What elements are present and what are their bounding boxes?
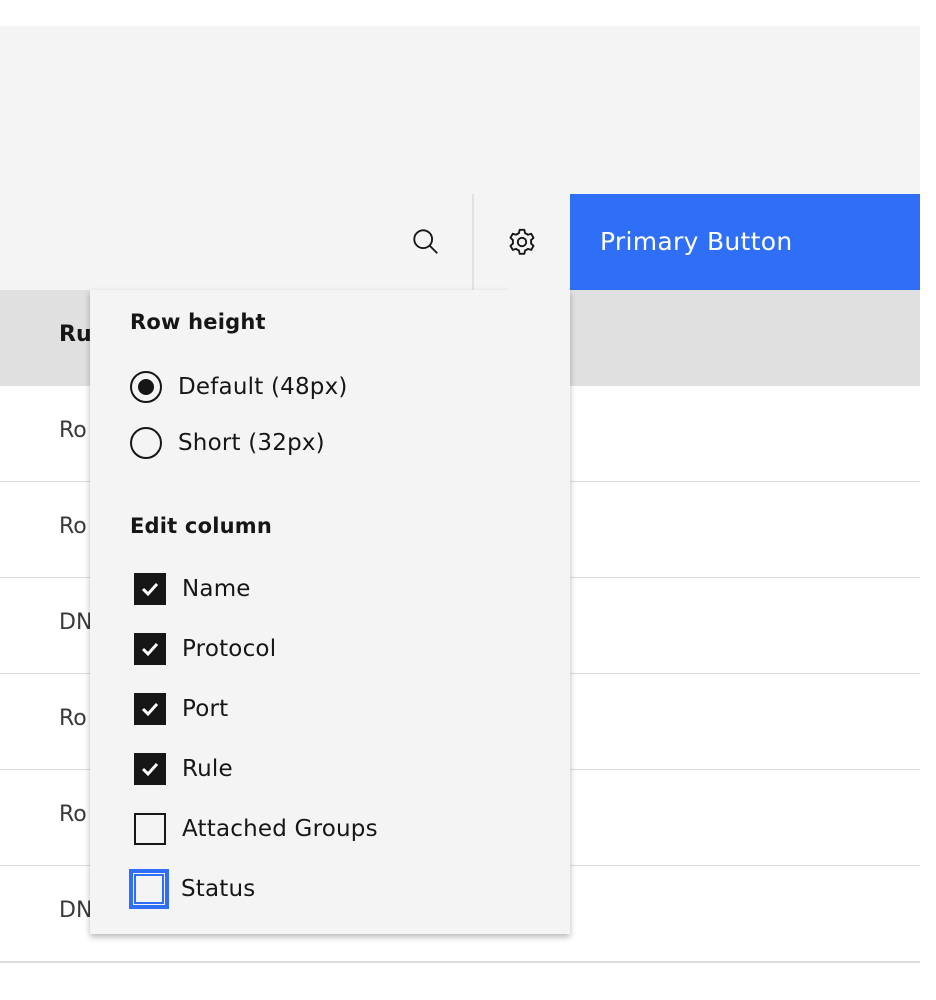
checkbox-label: Name <box>182 576 251 602</box>
row-height-title: Row height <box>130 310 266 334</box>
checkbox-container <box>131 750 169 788</box>
table-cell: Ro <box>59 802 87 827</box>
radio-short-row-height[interactable]: Short (32px) <box>130 423 325 463</box>
radio-default-row-height[interactable]: Default (48px) <box>130 367 348 407</box>
checkbox-container <box>131 810 169 848</box>
checkbox-label: Rule <box>182 756 233 782</box>
checkbox-option-port[interactable]: Port <box>131 689 228 729</box>
checkbox-checked[interactable] <box>134 633 166 665</box>
checkbox-option-rule[interactable]: Rule <box>131 749 233 789</box>
table-toolbar: Primary Button <box>0 194 920 290</box>
table-cell: DN <box>59 898 93 923</box>
checkbox-unchecked-focused[interactable] <box>134 874 164 904</box>
radio-label: Short (32px) <box>178 430 325 456</box>
checkbox-label: Port <box>182 696 229 722</box>
table-bottom-border <box>0 962 920 963</box>
primary-button[interactable]: Primary Button <box>570 194 920 290</box>
checkbox-label: Protocol <box>182 636 277 662</box>
checkbox-checked[interactable] <box>134 693 166 725</box>
checkmark-icon <box>141 762 159 777</box>
checkmark-icon <box>141 642 159 657</box>
table-header-cell[interactable]: Ru <box>59 322 92 347</box>
checkbox-container <box>131 570 169 608</box>
checkbox-option-status[interactable]: Status <box>129 869 256 909</box>
checkbox-unchecked[interactable] <box>134 813 166 845</box>
checkbox-container <box>131 690 169 728</box>
table-cell: Ro <box>59 514 87 539</box>
radio-label: Default (48px) <box>178 374 348 400</box>
search-icon <box>413 229 438 254</box>
table-cell: Ro <box>59 418 87 443</box>
checkbox-label: Status <box>181 876 256 902</box>
checkmark-icon <box>141 702 159 717</box>
checkbox-checked[interactable] <box>134 753 166 785</box>
checkbox-option-attached-groups[interactable]: Attached Groups <box>131 809 378 849</box>
checkbox-option-protocol[interactable]: Protocol <box>131 629 276 669</box>
radio-button[interactable] <box>130 427 162 459</box>
checkmark-icon <box>141 582 159 597</box>
search-button[interactable] <box>378 194 474 290</box>
radio-dot <box>138 379 154 395</box>
checkbox-container <box>131 630 169 668</box>
header-area <box>0 26 920 194</box>
popover-caret <box>508 284 568 296</box>
checkbox-checked[interactable] <box>134 573 166 605</box>
page: Primary Button Ru Ro Ro DN Ro Ro DN Row … <box>0 0 936 1000</box>
table-cell: Ro <box>59 706 87 731</box>
checkbox-label: Attached Groups <box>182 816 378 842</box>
settings-button[interactable] <box>474 194 570 290</box>
checkbox-focus-ring <box>129 869 169 909</box>
gear-icon <box>509 228 535 255</box>
radio-button-selected[interactable] <box>130 371 162 403</box>
edit-column-title: Edit column <box>130 514 272 538</box>
table-settings-popover: Row height Default (48px) Short (32px) E… <box>90 284 570 934</box>
table-cell: DN <box>59 610 93 635</box>
checkbox-option-name[interactable]: Name <box>131 569 251 609</box>
